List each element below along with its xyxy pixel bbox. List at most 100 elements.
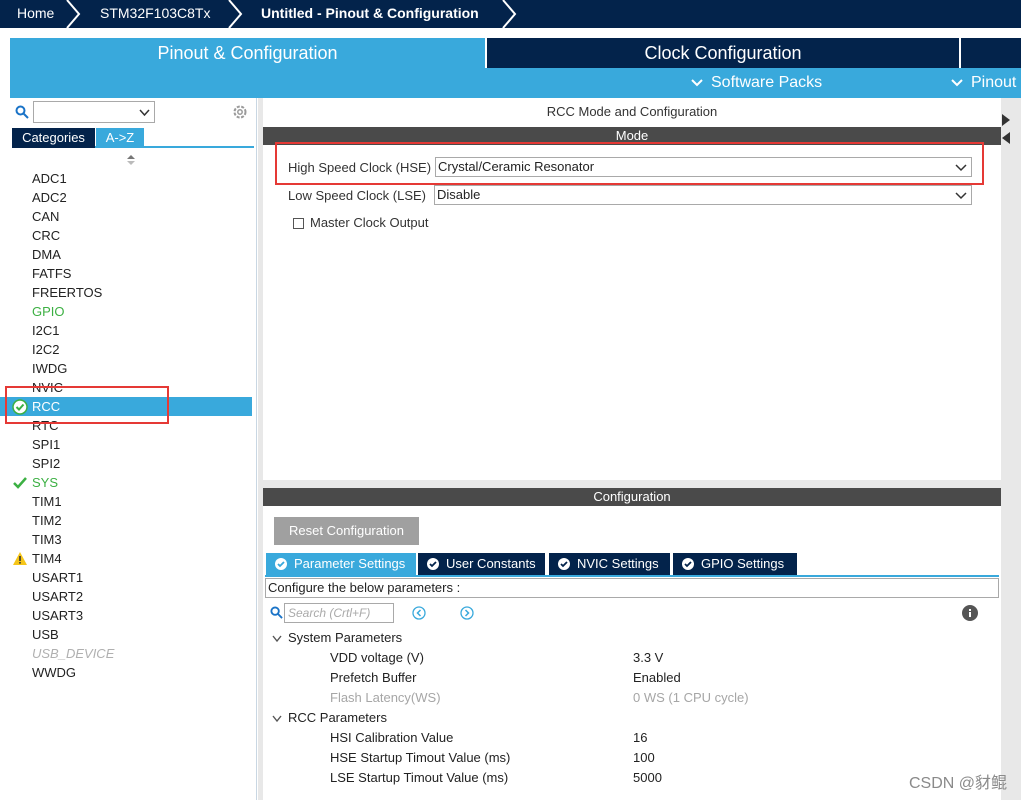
component-item-label: WWDG — [32, 665, 77, 680]
component-item-i2c2[interactable]: I2C2 — [0, 340, 252, 359]
software-packs-menu[interactable]: Software Packs — [711, 68, 822, 98]
tab-a-z[interactable]: A->Z — [96, 128, 144, 148]
parameter-name: Prefetch Buffer — [330, 670, 417, 685]
component-item-label: USB_DEVICE — [32, 646, 115, 661]
component-item-label: IWDG — [32, 361, 68, 376]
component-item-label: GPIO — [32, 304, 65, 319]
tab-underline — [265, 575, 999, 577]
component-item-gpio[interactable]: GPIO — [0, 302, 252, 321]
component-item-label: ADC1 — [32, 171, 67, 186]
search-icon — [15, 105, 29, 119]
component-item-label: FREERTOS — [32, 285, 103, 300]
chevron-right-icon — [228, 0, 243, 28]
component-item-dma[interactable]: DMA — [0, 245, 252, 264]
parameter-value[interactable]: 5000 — [633, 770, 662, 785]
tab-pinout-configuration[interactable]: Pinout & Configuration — [10, 38, 485, 68]
component-item-label: USART2 — [32, 589, 84, 604]
component-item-label: FATFS — [32, 266, 72, 281]
component-item-label: SPI2 — [32, 456, 61, 471]
component-item-usart2[interactable]: USART2 — [0, 587, 252, 606]
next-result-icon[interactable] — [460, 606, 474, 620]
pinout-menu[interactable]: Pinout — [971, 68, 1016, 98]
component-search-input[interactable] — [33, 101, 155, 123]
main-tabs: Pinout & Configuration Clock Configurati… — [10, 38, 1021, 68]
reset-configuration-button[interactable]: Reset Configuration — [274, 517, 419, 545]
parameter-value[interactable]: 3.3 V — [633, 650, 663, 665]
chevron-down-icon — [139, 109, 150, 117]
configuration-section: Configuration Reset Configuration Parame… — [263, 488, 1001, 800]
component-list-panel: Categories A->Z ADC1 ADC2 CAN CRC DMA FATFS FR… — [0, 98, 257, 800]
search-icon — [270, 606, 283, 619]
lse-label: Low Speed Clock (LSE) — [288, 188, 427, 203]
breadcrumb: Home STM32F103C8Tx Untitled - Pinout & C… — [0, 0, 1021, 28]
configuration-header: Configuration — [263, 488, 1001, 506]
parameter-name: LSE Startup Timout Value (ms) — [330, 770, 509, 785]
component-search — [15, 101, 255, 123]
tab-parameter-settings[interactable]: Parameter Settings — [266, 553, 416, 575]
component-item-label: TIM4 — [32, 551, 62, 566]
component-item-crc[interactable]: CRC — [0, 226, 252, 245]
parameter-name: HSI Calibration Value — [330, 730, 454, 745]
parameter-group-title[interactable]: RCC Parameters — [288, 710, 387, 725]
parameter-name: HSE Startup Timout Value (ms) — [330, 750, 511, 765]
chevron-down-icon[interactable] — [272, 635, 282, 643]
component-item-label: TIM3 — [32, 532, 62, 547]
breadcrumb-home[interactable]: Home — [17, 0, 54, 28]
component-item-i2c1[interactable]: I2C1 — [0, 321, 252, 340]
chevron-down-icon — [951, 79, 963, 87]
caret-right-icon[interactable] — [1002, 114, 1010, 126]
component-item-label: USART1 — [32, 570, 84, 585]
warning-icon — [13, 552, 27, 565]
tab-categories[interactable]: Categories — [12, 128, 95, 148]
panel-title: RCC Mode and Configuration — [546, 104, 718, 119]
component-item-spi2[interactable]: SPI2 — [0, 454, 252, 473]
sub-menu-bar: Software Packs Pinout — [10, 68, 1021, 98]
tab-nvic-settings[interactable]: NVIC Settings — [549, 553, 670, 575]
sort-icon[interactable] — [127, 155, 135, 165]
gear-icon[interactable] — [231, 103, 249, 121]
component-item-freertos[interactable]: FREERTOS — [0, 283, 252, 302]
component-item-tim1[interactable]: TIM1 — [0, 492, 252, 511]
component-item-label: CAN — [32, 209, 60, 224]
breadcrumb-device[interactable]: STM32F103C8Tx — [100, 0, 210, 28]
component-item-iwdg[interactable]: IWDG — [0, 359, 252, 378]
tab-user-constants[interactable]: User Constants — [418, 553, 545, 575]
parameter-value[interactable]: 100 — [633, 750, 655, 765]
chevron-down-icon[interactable] — [272, 715, 282, 723]
parameter-search-input[interactable]: Search (Crtl+F) — [284, 603, 394, 623]
watermark: CSDN @豺鲲 — [908, 775, 1007, 792]
check-circle-icon — [682, 558, 694, 570]
tab-gpio-settings[interactable]: GPIO Settings — [673, 553, 797, 575]
tab-clock-configuration[interactable]: Clock Configuration — [487, 38, 959, 68]
component-item-sys[interactable]: SYS — [0, 473, 252, 492]
breadcrumb-current[interactable]: Untitled - Pinout & Configuration — [261, 0, 479, 28]
component-item-adc2[interactable]: ADC2 — [0, 188, 252, 207]
component-item-can[interactable]: CAN — [0, 207, 252, 226]
component-item-label: I2C1 — [32, 323, 60, 338]
component-item-label: SPI1 — [32, 437, 61, 452]
component-item-usart3[interactable]: USART3 — [0, 606, 252, 625]
component-item-wwdg[interactable]: WWDG — [0, 663, 252, 682]
previous-result-icon[interactable] — [412, 606, 426, 620]
component-item-tim4[interactable]: TIM4 — [0, 549, 252, 568]
parameter-value: 0 WS (1 CPU cycle) — [633, 690, 749, 705]
component-item-usart1[interactable]: USART1 — [0, 568, 252, 587]
parameter-name: VDD voltage (V) — [330, 650, 424, 665]
parameter-group-title[interactable]: System Parameters — [288, 630, 402, 645]
master-clock-output-checkbox[interactable] — [293, 218, 304, 229]
component-item-tim2[interactable]: TIM2 — [0, 511, 252, 530]
component-item-label: ADC2 — [32, 190, 67, 205]
tab-overflow[interactable] — [961, 38, 1021, 68]
parameter-value[interactable]: 16 — [633, 730, 647, 745]
caret-left-icon[interactable] — [1002, 132, 1010, 144]
component-item-spi1[interactable]: SPI1 — [0, 435, 252, 454]
component-item-usb[interactable]: USB — [0, 625, 252, 644]
component-item-label: DMA — [32, 247, 61, 262]
component-item-tim3[interactable]: TIM3 — [0, 530, 252, 549]
component-item-fatfs[interactable]: FATFS — [0, 264, 252, 283]
lse-select[interactable]: Disable — [434, 185, 972, 205]
info-icon[interactable] — [962, 605, 978, 621]
component-item-adc1[interactable]: ADC1 — [0, 169, 252, 188]
component-item-label: TIM1 — [32, 494, 62, 509]
parameter-value[interactable]: Enabled — [633, 670, 681, 685]
